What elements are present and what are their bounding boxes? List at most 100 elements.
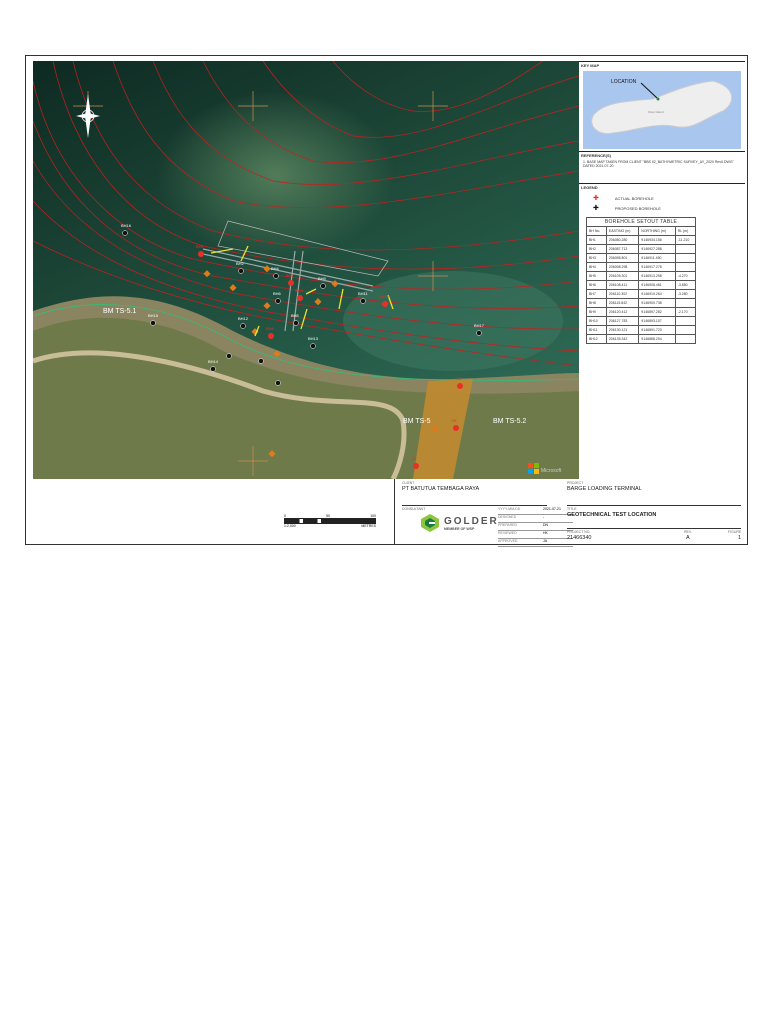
table-cell: 9146900.738: [638, 298, 676, 308]
table-row: BH1 206080.280 9146934.156 -11.210: [586, 235, 697, 245]
table-cell: 9146888.204: [638, 334, 676, 344]
site-map: BM TS-5.1 BM TS-5 BM TS-5.2 BH1 BH7 BH3 …: [33, 61, 579, 479]
table-row: BH3 206095.801 9146911.450: [586, 253, 697, 263]
borehole-label: BH5: [291, 313, 300, 318]
references-heading: REFERENCE(S): [579, 151, 745, 159]
table-cell: 206080.280: [605, 235, 640, 245]
table-header: BH No. EASTING (m) NORTHING (m) RL (m): [586, 226, 697, 236]
borehole-label: BH11: [358, 291, 368, 296]
table-cell: [674, 262, 697, 272]
golder-logo-icon: [421, 514, 439, 532]
borehole-label: BH1: [196, 244, 205, 249]
table-row: BH10 206127.783 9146893.107: [586, 316, 697, 326]
project-label: PROJECT: [567, 481, 584, 485]
table-row: BH4 206098.298 9146917.278: [586, 262, 697, 272]
table-cell: [674, 253, 697, 263]
field-label: DESIGNED: [498, 515, 517, 519]
table-cell: 206135.342: [605, 334, 640, 344]
table-row: BH11 206130.121 9146891.723: [586, 325, 697, 335]
table-body: BH1 206080.280 9146934.156 -11.210 BH2 206087…: [586, 235, 697, 344]
scale-tick: 50: [326, 514, 330, 518]
table-cell: 206115.842: [605, 298, 640, 308]
legend-label: PROPOSED BOREHOLE: [614, 205, 661, 211]
table-cell: 9146913.258: [638, 271, 676, 281]
table-cell: [674, 298, 697, 308]
table-cell: 206130.121: [605, 325, 640, 335]
project-name: BARGE LOADING TERMINAL: [567, 486, 642, 492]
borehole-label: BH13: [308, 336, 319, 341]
field-value: JA: [543, 539, 548, 543]
table-cell: BH11: [586, 325, 607, 335]
borehole-label: BH6: [273, 291, 282, 296]
borehole-label: CF: [411, 456, 417, 461]
borehole-label: CG: [455, 376, 461, 381]
key-map: Kisar Island LOCATION: [583, 71, 741, 149]
client-name: PT BATUTUA TEMBAGA RAYA: [402, 486, 480, 492]
table-row: BH12 206135.342 9146888.204: [586, 334, 697, 344]
figure-label: FIGURE: [728, 530, 742, 534]
table-cell: BH12: [586, 334, 607, 344]
table-cell: BH1: [586, 235, 607, 245]
table-cell: [674, 325, 697, 335]
rev: A: [686, 535, 690, 541]
borehole-label: BH12: [238, 316, 249, 321]
drawing-field: DESIGNED -: [498, 515, 573, 523]
scale-ratio: 1:2,000: [284, 524, 296, 528]
table-cell: -2.170: [674, 307, 697, 317]
table-cell: 206098.298: [605, 262, 640, 272]
borehole-setout-table: BOREHOLE SETOUT TABLE BH No. EASTING (m) N…: [586, 217, 697, 344]
project-no-label: PROJECT NO.: [567, 530, 591, 534]
table-cell: BH10: [586, 316, 607, 326]
field-label: PREPARED: [498, 523, 517, 527]
table-cell: 206127.783: [605, 316, 640, 326]
table-row: BH8 206115.842 9146900.738: [586, 298, 697, 308]
legend-item-proposed: ✚ PROPOSED BOREHOLE: [593, 203, 731, 213]
table-row: BH9 206120.412 9146897.282 -2.170: [586, 307, 697, 317]
benchmark-label: BM TS-5.1: [103, 308, 136, 315]
table-cell: BH3: [586, 253, 607, 263]
table-row: BH2 206087.713 9146927.288: [586, 244, 697, 254]
table-cell: 9146910.264: [638, 289, 676, 299]
table-cell: 206108.411: [605, 280, 640, 290]
table-cell: 9146927.288: [638, 244, 676, 254]
table-cell: 206095.801: [605, 253, 640, 263]
key-map-heading: KEY MAP: [579, 61, 745, 69]
table-cell: 9146891.723: [638, 325, 676, 335]
file-path-strip: [26, 56, 32, 544]
field-label: APPROVED: [498, 539, 518, 543]
consultant-label: CONSULTANT: [402, 507, 426, 511]
scale-tick: 0: [284, 514, 286, 518]
drawing-field: REVIEWED HK: [498, 531, 573, 539]
borehole-label: BH4: [271, 266, 280, 271]
column-header: BH No.: [586, 226, 607, 236]
table-title: BOREHOLE SETOUT TABLE: [586, 217, 696, 227]
logo-text: GOLDER: [444, 515, 499, 527]
actual-borehole-icon: ✚: [593, 195, 599, 202]
drawing-field: YYYY-MM-DD 2021-07-21: [498, 507, 573, 515]
table-cell: 9146917.278: [638, 262, 676, 272]
table-row: BH6 206108.411 9146908.461 -3.850: [586, 280, 697, 290]
borehole-label: BH14: [208, 359, 219, 364]
table-cell: 9146934.156: [638, 235, 676, 245]
table-cell: [674, 334, 697, 344]
field-value: -: [543, 515, 545, 519]
drawing-title: GEOTECHNICAL TEST LOCATION: [567, 512, 657, 518]
benchmark-label: BM TS-5.2: [493, 418, 526, 425]
rev-label: REV.: [684, 530, 692, 534]
table-cell: 206087.713: [605, 244, 640, 254]
drawing-fields: YYYY-MM-DD 2021-07-21 DESIGNED - PREPARED DN R…: [498, 507, 573, 547]
logo-subtext: MEMBER OF WSP: [444, 526, 475, 531]
borehole-label: BH8: [266, 326, 275, 331]
client-label: CLIENT: [402, 481, 415, 485]
table-cell: BH9: [586, 307, 607, 317]
field-value: DN: [543, 523, 549, 527]
column-header: EASTING (m): [605, 226, 640, 236]
table-cell: BH2: [586, 244, 607, 254]
proposed-borehole-icon: ✚: [593, 205, 599, 212]
drawing-field: APPROVED JA: [498, 539, 573, 547]
table-cell: 9146897.282: [638, 307, 676, 317]
column-header: NORTHING (m): [638, 226, 676, 236]
table-cell: BH5: [586, 271, 607, 281]
table-cell: 9146908.461: [638, 280, 676, 290]
side-panel: KEY MAP Kisar Island LOCATION REFERENCE(…: [579, 61, 745, 479]
